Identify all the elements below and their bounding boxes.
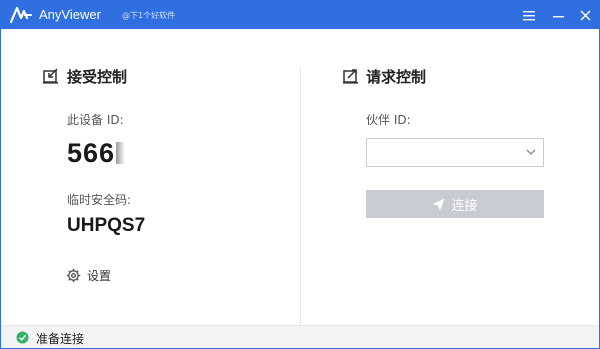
menu-button[interactable] bbox=[517, 3, 541, 27]
accept-control-icon bbox=[43, 68, 58, 84]
app-title: AnyViewer bbox=[39, 7, 101, 22]
gear-icon bbox=[66, 268, 81, 283]
connect-label: 连接 bbox=[451, 198, 478, 214]
title-bar: AnyViewer @下1个好软件 bbox=[1, 1, 599, 29]
close-button[interactable] bbox=[573, 3, 597, 27]
device-id-fade bbox=[116, 142, 127, 164]
device-id-label: 此设备 ID: bbox=[67, 113, 124, 127]
watermark-text: @下1个好软件 bbox=[122, 11, 176, 20]
device-id-text: 566 bbox=[67, 138, 116, 168]
settings-button[interactable]: 设置 bbox=[66, 267, 111, 284]
chevron-down-icon bbox=[526, 149, 536, 155]
password-value: UHPQS7 bbox=[67, 215, 146, 236]
panel-divider bbox=[300, 67, 301, 325]
close-icon bbox=[580, 10, 590, 20]
connect-button[interactable]: 连接 bbox=[366, 190, 544, 218]
request-control-title: 请求控制 bbox=[366, 68, 427, 86]
request-control-icon bbox=[343, 69, 358, 84]
accept-control-title: 接受控制 bbox=[67, 68, 128, 86]
status-bar: 准备连接 bbox=[1, 325, 599, 348]
hamburger-menu-icon bbox=[523, 10, 535, 20]
device-id-value: 566 bbox=[67, 138, 127, 169]
status-text: 准备连接 bbox=[36, 332, 85, 346]
minimize-icon bbox=[552, 15, 564, 17]
anyviewer-logo-icon bbox=[10, 6, 32, 24]
check-circle-icon bbox=[16, 331, 29, 344]
password-label: 临时安全码: bbox=[67, 193, 132, 207]
minimize-button[interactable] bbox=[546, 3, 570, 27]
settings-label: 设置 bbox=[87, 269, 112, 283]
partner-id-label: 伙伴 ID: bbox=[366, 113, 411, 127]
app-window: AnyViewer @下1个好软件 接受控制 此设备 ID: 566 临时安全码… bbox=[0, 0, 600, 349]
partner-id-select[interactable] bbox=[366, 138, 544, 167]
send-icon bbox=[432, 198, 445, 210]
